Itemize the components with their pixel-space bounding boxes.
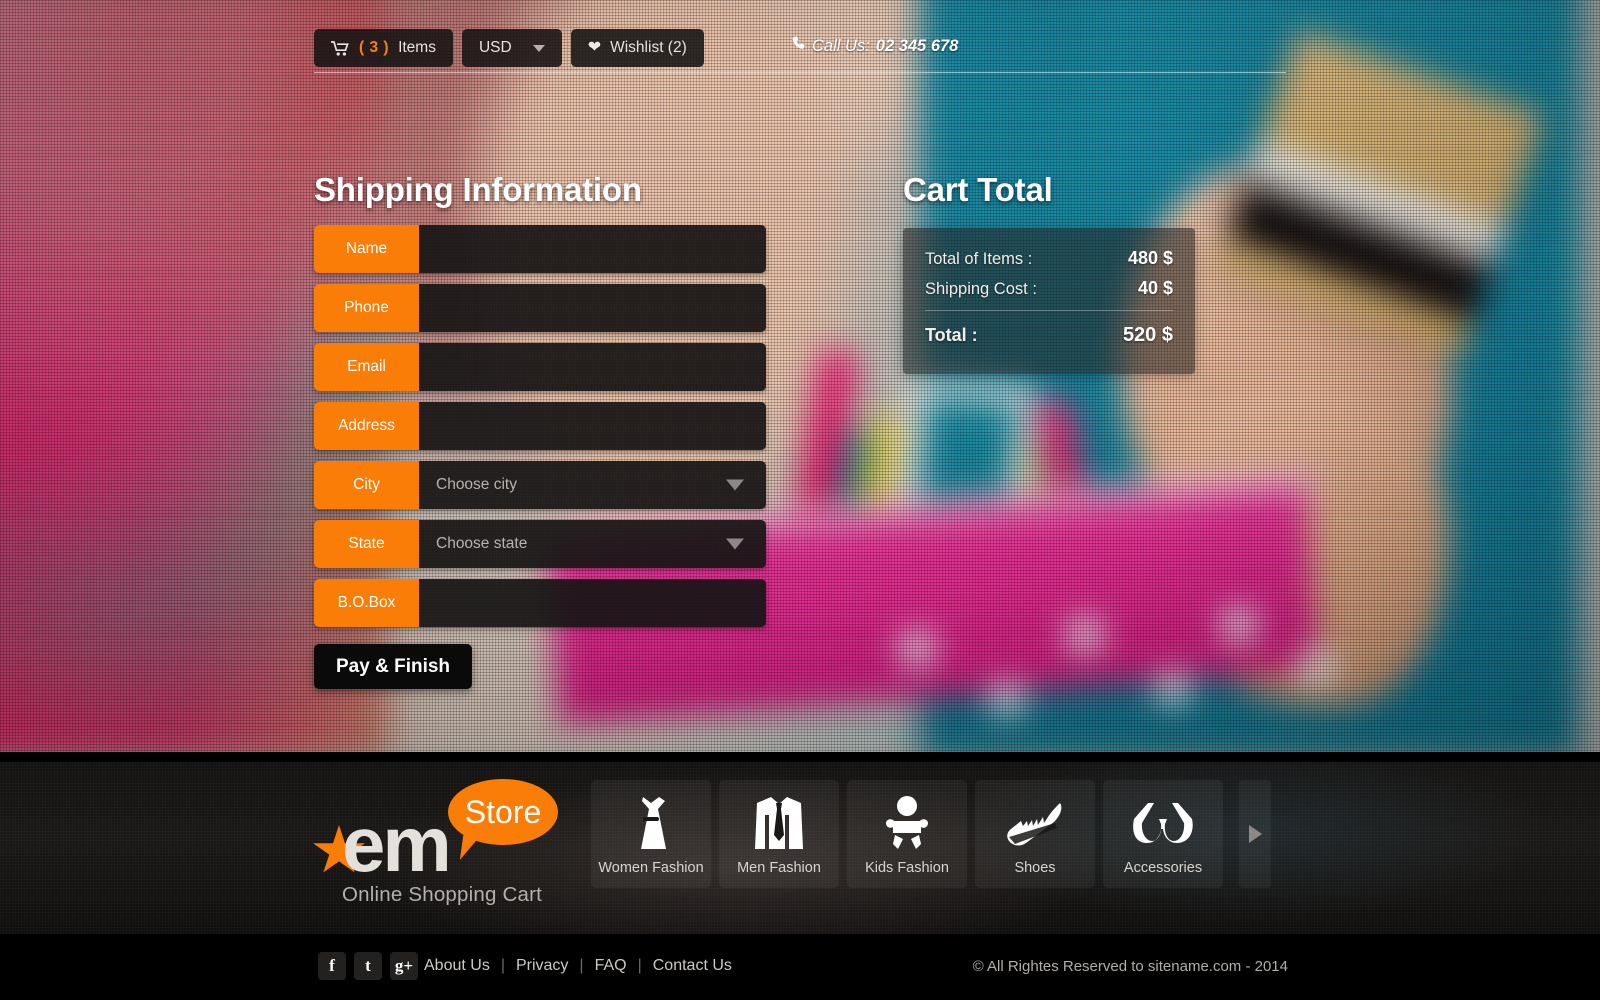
phone-input[interactable] (419, 284, 766, 332)
link-separator: | (637, 957, 642, 974)
category-nav: Women Fashion Men Fashion Kids Fashion S… (591, 780, 1271, 888)
category-label: Men Fashion (737, 860, 821, 876)
logo-word: em (342, 800, 452, 888)
state-select-value: Choose state (436, 535, 528, 552)
field-row-email: Email (314, 343, 766, 391)
logo-bubble-word: Store (464, 794, 542, 830)
currency-value: USD (478, 39, 512, 56)
shipping-form: Name Phone Email Address City Choose cit… (314, 225, 766, 638)
chevron-down-icon (532, 44, 545, 52)
category-accessories[interactable]: Accessories (1103, 780, 1223, 888)
chevron-right-icon (1248, 825, 1262, 843)
facebook-icon[interactable]: f (318, 952, 346, 980)
category-shoes[interactable]: Shoes (975, 780, 1095, 888)
sunglasses-icon (1132, 794, 1194, 852)
shipping-title: Shipping Information (314, 171, 642, 208)
copyright-text: © All Rightes Reserved to sitename.com -… (972, 958, 1288, 975)
shipping-cost-label: Shipping Cost : (925, 280, 1037, 298)
sneaker-icon (1006, 794, 1064, 852)
suit-icon (751, 794, 807, 852)
address-input[interactable] (419, 402, 766, 450)
cart-row-total: Total : 520 $ (925, 324, 1173, 347)
link-privacy[interactable]: Privacy (516, 957, 568, 975)
footer-links: About Us | Privacy | FAQ | Contact Us (424, 957, 732, 975)
shopping-cart-icon (331, 40, 350, 56)
googleplus-icon[interactable]: g+ (390, 952, 418, 980)
chevron-down-icon (726, 538, 744, 550)
call-us-label: Call Us: (812, 36, 870, 55)
bottom-bar: f t g+ About Us | Privacy | FAQ | Contac… (0, 934, 1600, 1000)
cart-items-label: Items (398, 39, 436, 56)
main-content: Shipping Information Name Phone Email Ad… (0, 0, 1600, 755)
label-phone: Phone (314, 284, 419, 332)
shipping-cost-value: 40 $ (1137, 278, 1173, 298)
field-row-city: City Choose city (314, 461, 766, 509)
field-row-state: State Choose state (314, 520, 766, 568)
cart-count: ( 3 ) (359, 39, 390, 56)
label-state: State (314, 520, 419, 568)
pay-and-finish-button[interactable]: Pay & Finish (314, 644, 473, 689)
field-row-pobox: B.O.Box (314, 579, 766, 627)
logo-tagline: Online Shopping Cart (342, 883, 543, 906)
speech-bubble-icon: Store (448, 779, 558, 845)
cart-button[interactable]: ( 3 ) Items (314, 29, 453, 67)
label-city: City (314, 461, 419, 509)
category-kids-fashion[interactable]: Kids Fashion (847, 780, 967, 888)
grand-total-label: Total : (925, 325, 978, 345)
chevron-down-icon (726, 479, 744, 491)
category-label: Accessories (1123, 860, 1203, 876)
field-row-phone: Phone (314, 284, 766, 332)
name-input[interactable] (419, 225, 766, 273)
cart-row-items: Total of Items : 480 $ (925, 248, 1173, 269)
category-label: Kids Fashion (865, 860, 949, 876)
total-of-items-value: 480 $ (1127, 248, 1173, 268)
link-contact-us[interactable]: Contact Us (653, 957, 732, 975)
category-next-button[interactable] (1239, 780, 1271, 888)
top-bar: ( 3 ) Items USD ❤ Wishlist (2) Call Us: … (0, 0, 1600, 78)
dress-icon (626, 794, 676, 852)
pobox-input[interactable] (419, 579, 766, 627)
link-separator: | (500, 957, 505, 974)
category-label: Shoes (1014, 860, 1056, 876)
call-us-number: 02 345 678 (875, 36, 959, 55)
cart-divider (925, 310, 1173, 311)
city-select-value: Choose city (436, 476, 517, 493)
tumblr-icon[interactable]: t (354, 952, 382, 980)
heart-icon: ❤ (587, 39, 602, 56)
cart-total-panel: Total of Items : 480 $ Shipping Cost : 4… (903, 228, 1195, 374)
label-email: Email (314, 343, 419, 391)
field-row-name: Name (314, 225, 766, 273)
wishlist-label: Wishlist (2) (610, 39, 687, 56)
footer-top-rule (0, 752, 1600, 762)
currency-selector[interactable]: USD (461, 29, 562, 67)
cart-total-title: Cart Total (903, 171, 1053, 208)
call-us-info: Call Us: 02 345 678 (792, 36, 958, 56)
total-of-items-label: Total of Items : (925, 250, 1033, 268)
footer: em Store Online Shopping Cart Women Fash… (0, 762, 1600, 934)
phone-icon (792, 36, 806, 56)
link-faq[interactable]: FAQ (595, 957, 627, 975)
page-root: ( 3 ) Items USD ❤ Wishlist (2) Call Us: … (0, 0, 1600, 1000)
category-women-fashion[interactable]: Women Fashion (591, 780, 711, 888)
grand-total-value: 520 $ (1122, 324, 1173, 346)
social-links: f t g+ (318, 952, 418, 980)
label-address: Address (314, 402, 419, 450)
city-select[interactable]: Choose city (419, 461, 766, 509)
email-input[interactable] (419, 343, 766, 391)
link-separator: | (579, 957, 584, 974)
field-row-address: Address (314, 402, 766, 450)
category-label: Women Fashion (598, 860, 704, 876)
label-pobox: B.O.Box (314, 579, 419, 627)
label-name: Name (314, 225, 419, 273)
top-divider (314, 72, 1286, 73)
wishlist-button[interactable]: ❤ Wishlist (2) (570, 29, 704, 67)
state-select[interactable]: Choose state (419, 520, 766, 568)
cart-row-shipping: Shipping Cost : 40 $ (925, 278, 1173, 299)
baby-icon (883, 794, 931, 852)
link-about-us[interactable]: About Us (424, 957, 490, 975)
site-logo[interactable]: em Store Online Shopping Cart (312, 777, 562, 907)
category-men-fashion[interactable]: Men Fashion (719, 780, 839, 888)
